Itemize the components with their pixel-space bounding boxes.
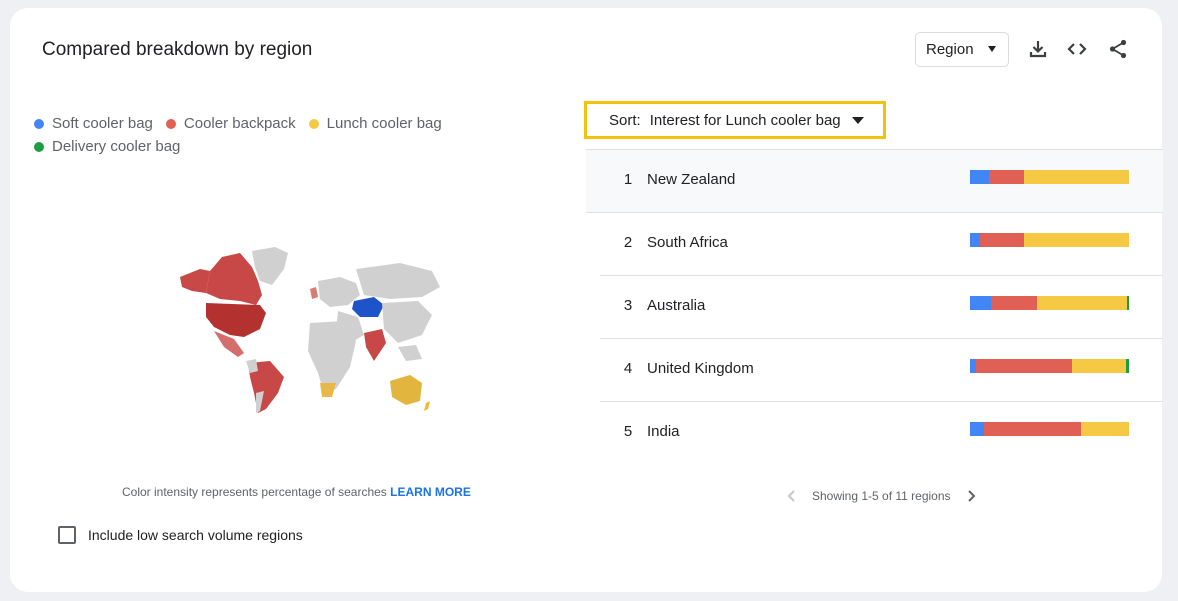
row-region-name: Australia [647,297,706,314]
share-segment-delivery-cooler-bag [1125,359,1129,373]
table-row[interactable]: 3 Australia [600,276,1163,339]
low-volume-checkbox[interactable] [58,526,76,544]
pagination-text: Showing 1-5 of 11 regions [812,489,951,503]
row-region-name: South Africa [647,234,728,251]
share-segment-soft-cooler-bag [970,422,985,436]
chevron-down-icon [852,117,864,124]
row-rank: 3 [623,297,633,314]
sort-label: Sort: [609,111,641,129]
chart-legend: Soft cooler bag Cooler backpack Lunch co… [34,112,455,158]
legend-label: Cooler backpack [183,115,296,132]
row-rank: 4 [623,360,633,377]
chevron-left-icon [787,490,795,502]
legend-item-soft-cooler-bag[interactable]: Soft cooler bag [34,112,153,135]
map-region-canada [206,253,262,305]
share-segment-soft-cooler-bag [970,170,990,184]
region-table: 1 New Zealand 2 South Africa 3 Australia… [586,149,1163,464]
low-volume-label: Include low search volume regions [88,527,303,543]
previous-page-button[interactable] [780,484,804,508]
row-rank: 1 [623,171,633,188]
table-row[interactable]: 5 India [600,402,1163,464]
map-region-china [382,301,432,343]
share-segment-soft-cooler-bag [970,296,991,310]
share-segment-cooler-backpack [976,359,1072,373]
share-segment-lunch-cooler-bag [1024,170,1129,184]
row-share-bar [970,233,1129,247]
legend-dot [165,118,176,129]
legend-item-delivery-cooler-bag[interactable]: Delivery cooler bag [34,135,180,158]
row-region-name: India [647,423,680,440]
learn-more-link[interactable]: LEARN MORE [390,485,471,499]
map-region-russia [356,263,440,299]
row-share-bar [970,359,1129,373]
share-segment-lunch-cooler-bag [1036,296,1128,310]
legend-item-lunch-cooler-bag[interactable]: Lunch cooler bag [308,112,442,135]
row-rank: 5 [623,423,633,440]
share-segment-lunch-cooler-bag [1081,422,1129,436]
download-icon[interactable] [1026,37,1050,61]
legend-item-cooler-backpack[interactable]: Cooler backpack [165,112,296,135]
legend-label: Lunch cooler bag [326,115,442,132]
share-segment-cooler-backpack [990,296,1037,310]
map-region-africa [308,321,356,393]
next-page-button[interactable] [959,484,983,508]
table-row[interactable]: 1 New Zealand [586,149,1163,213]
pagination: Showing 1-5 of 11 regions [780,484,983,508]
legend-dot [34,118,44,129]
map-region-alaska [180,269,210,293]
table-row[interactable]: 2 South Africa [600,213,1163,276]
row-rank: 2 [623,234,633,251]
map-region-new-zealand [424,401,430,411]
region-dropdown-label: Region [926,41,974,58]
row-share-bar [970,422,1129,436]
legend-label: Soft cooler bag [52,115,153,132]
region-dropdown[interactable]: Region [915,32,1009,67]
sort-dropdown[interactable]: Sort: Interest for Lunch cooler bag [584,101,886,139]
share-segment-lunch-cooler-bag [1071,359,1126,373]
row-region-name: New Zealand [647,171,736,188]
share-segment-soft-cooler-bag [970,233,980,247]
region-breakdown-card: Compared breakdown by region Region Soft… [10,8,1163,592]
row-share-bar [970,170,1129,184]
row-region-name: United Kingdom [647,360,754,377]
share-icon[interactable] [1106,37,1130,61]
legend-label: Delivery cooler bag [52,138,181,155]
map-region-south-africa [320,383,336,397]
share-segment-cooler-backpack [984,422,1082,436]
sort-value: Interest for Lunch cooler bag [649,111,841,129]
chevron-down-icon [988,46,996,52]
map-region-india [364,329,386,361]
chevron-right-icon [967,490,975,502]
row-share-bar [970,296,1129,310]
legend-dot [308,118,319,129]
world-map[interactable] [160,243,450,413]
share-segment-lunch-cooler-bag [1024,233,1129,247]
map-region-greenland [252,247,288,285]
card-title: Compared breakdown by region [42,39,313,60]
table-row[interactable]: 4 United Kingdom [600,339,1163,402]
map-footnote: Color intensity represents percentage of… [122,485,471,499]
map-region-uk [310,287,318,299]
map-region-southeast-asia [398,345,422,361]
legend-dot [34,141,44,152]
share-segment-cooler-backpack [989,170,1025,184]
map-footnote-text: Color intensity represents percentage of… [122,485,387,499]
map-region-kazakhstan [352,297,384,317]
share-segment-cooler-backpack [979,233,1025,247]
share-segment-delivery-cooler-bag [1127,296,1129,310]
low-volume-option[interactable]: Include low search volume regions [58,526,303,544]
embed-code-icon[interactable] [1065,37,1089,61]
map-region-colombia [246,359,258,373]
map-region-australia [390,375,422,405]
